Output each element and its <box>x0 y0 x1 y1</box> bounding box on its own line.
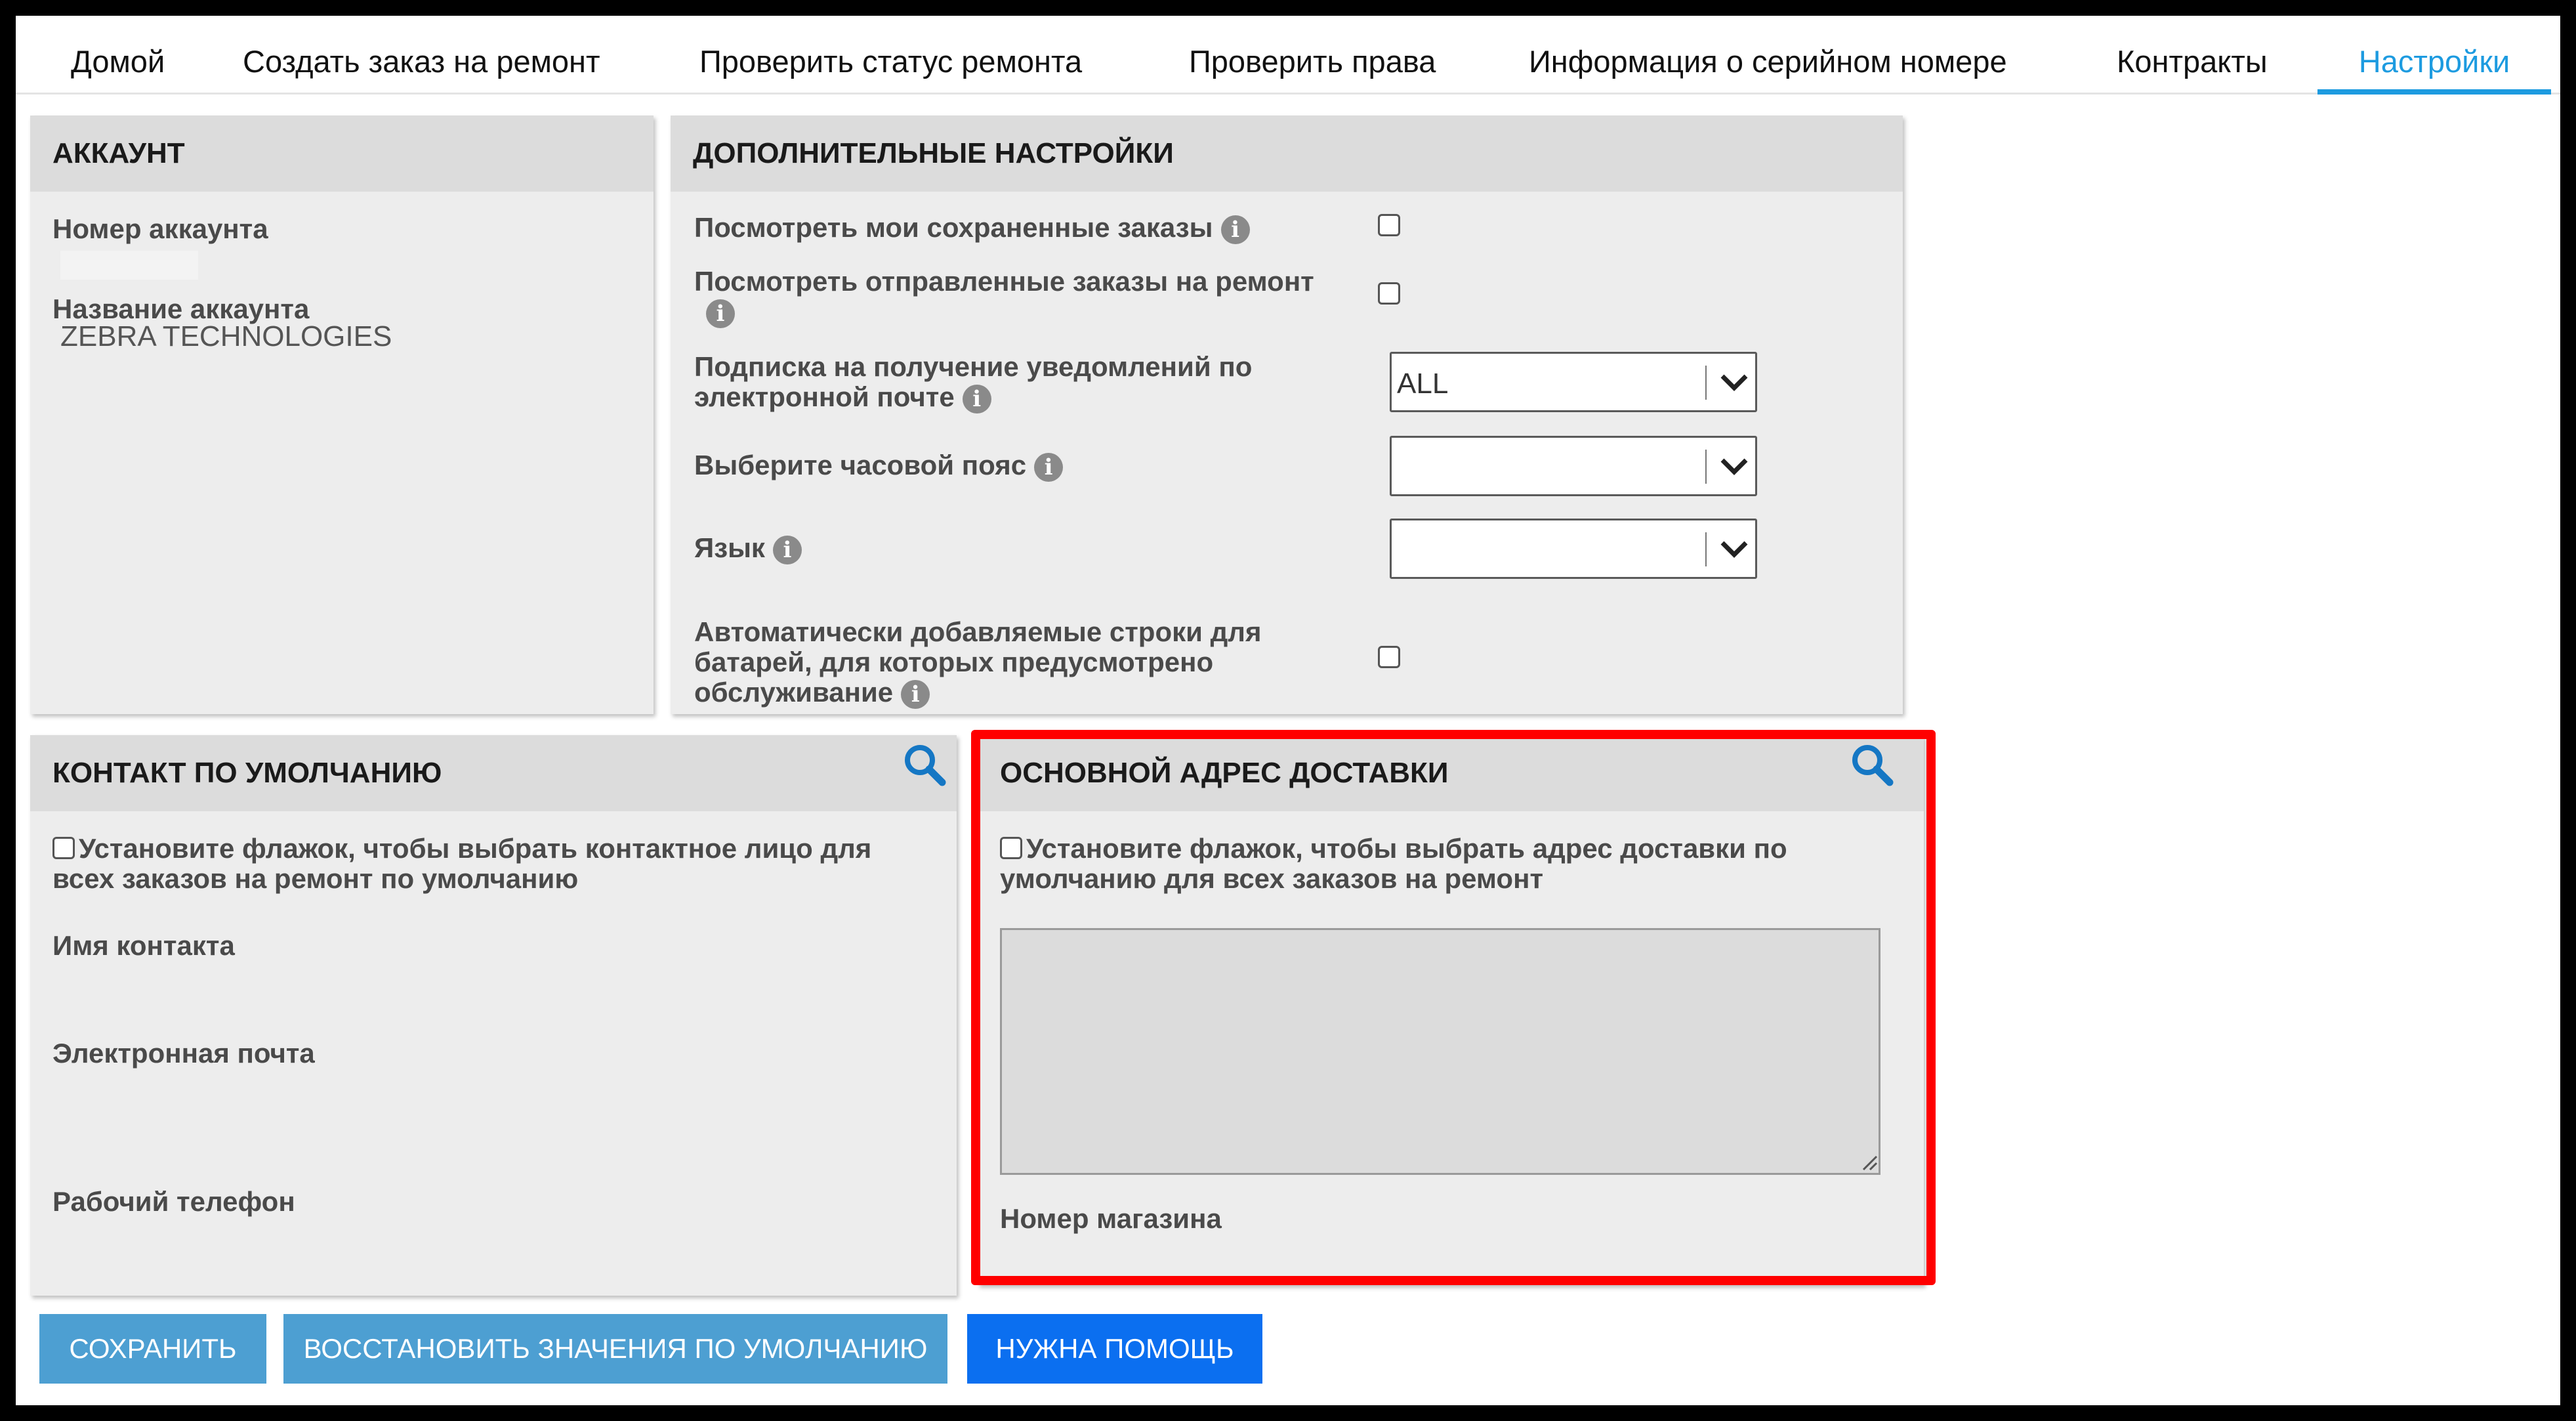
select-separator <box>1705 532 1707 566</box>
info-icon[interactable]: i <box>706 299 735 328</box>
info-icon[interactable]: i <box>962 384 991 414</box>
contact-email-label: Электронная почта <box>52 1038 315 1069</box>
account-panel: АККАУНТ Номер аккаунта Название аккаунта… <box>30 116 654 714</box>
account-number-label: Номер аккаунта <box>52 213 268 244</box>
account-name-value: ZEBRA TECHNOLOGIES <box>60 320 392 352</box>
default-contact-checkbox[interactable] <box>52 837 75 859</box>
sent-orders-label: Посмотреть отправленные заказы на ремонт <box>694 266 1314 297</box>
email-subscription-select[interactable]: ALL <box>1390 352 1757 412</box>
select-separator <box>1705 366 1707 400</box>
language-label: Язык <box>694 532 765 563</box>
timezone-select[interactable] <box>1390 436 1757 496</box>
nav-serial-info[interactable]: Информация о серийном номере <box>1529 16 2007 95</box>
timezone-label: Выберите часовой пояс <box>694 450 1027 480</box>
sent-orders-checkbox[interactable] <box>1378 282 1400 305</box>
account-number-value <box>60 251 198 280</box>
email-subscription-value: ALL <box>1397 368 1449 400</box>
saved-orders-row-label: Посмотреть мои сохраненные заказы i <box>694 213 1350 244</box>
info-icon[interactable]: i <box>1034 452 1064 482</box>
email-subscription-row-label: Подписка на получение уведомлений по эле… <box>694 352 1337 414</box>
sent-orders-row-label: Посмотреть отправленные заказы на ремонт… <box>694 266 1370 328</box>
battery-lines-checkbox[interactable] <box>1378 646 1400 668</box>
nav-contracts[interactable]: Контракты <box>2117 16 2268 95</box>
default-contact-panel: КОНТАКТ ПО УМОЛЧАНИЮ Установите флажок, … <box>30 735 957 1296</box>
app-frame: Домой Создать заказ на ремонт Проверить … <box>16 16 2560 1405</box>
nav-check-entitlement[interactable]: Проверить права <box>1189 16 1436 95</box>
contact-phone-label: Рабочий телефон <box>52 1186 295 1217</box>
nav-create-repair-order[interactable]: Создать заказ на ремонт <box>243 16 600 95</box>
highlight-box <box>971 730 1936 1285</box>
battery-lines-label: Автоматически добавляемые строки для бат… <box>694 616 1262 708</box>
nav-settings[interactable]: Настройки <box>2317 16 2551 95</box>
default-contact-checkbox-label: Установите флажок, чтобы выбрать контакт… <box>52 833 872 894</box>
restore-defaults-button[interactable]: ВОССТАНОВИТЬ ЗНАЧЕНИЯ ПО УМОЛЧАНИЮ <box>283 1314 947 1384</box>
timezone-row-label: Выберите часовой пояс i <box>694 450 1064 482</box>
account-panel-header: АККАУНТ <box>30 116 654 192</box>
language-select[interactable] <box>1390 519 1757 579</box>
chevron-down-icon <box>1720 541 1748 558</box>
info-icon[interactable]: i <box>901 679 930 709</box>
saved-orders-checkbox[interactable] <box>1378 214 1400 236</box>
need-help-button[interactable]: НУЖНА ПОМОЩЬ <box>967 1314 1262 1384</box>
chevron-down-icon <box>1720 374 1748 391</box>
chevron-down-icon <box>1720 458 1748 475</box>
default-contact-checkbox-row: Установите флажок, чтобы выбрать контакт… <box>52 834 932 894</box>
select-separator <box>1705 450 1707 484</box>
info-icon[interactable]: i <box>772 535 802 564</box>
contact-name-label: Имя контакта <box>52 930 235 961</box>
additional-settings-panel: ДОПОЛНИТЕЛЬНЫЕ НАСТРОЙКИ Посмотреть мои … <box>671 116 1903 714</box>
battery-row-label: Автоматически добавляемые строки для бат… <box>694 617 1344 709</box>
saved-orders-label: Посмотреть мои сохраненные заказы <box>694 212 1213 243</box>
additional-settings-header: ДОПОЛНИТЕЛЬНЫЕ НАСТРОЙКИ <box>671 116 1903 192</box>
nav-home[interactable]: Домой <box>71 16 165 95</box>
save-button[interactable]: СОХРАНИТЬ <box>39 1314 266 1384</box>
default-contact-header: КОНТАКТ ПО УМОЛЧАНИЮ <box>30 735 957 811</box>
search-icon[interactable] <box>903 743 946 786</box>
language-row-label: Язык i <box>694 533 802 564</box>
info-icon[interactable]: i <box>1220 215 1250 244</box>
top-nav: Домой Создать заказ на ремонт Проверить … <box>16 16 2560 95</box>
nav-check-repair-status[interactable]: Проверить статус ремонта <box>699 16 1082 95</box>
